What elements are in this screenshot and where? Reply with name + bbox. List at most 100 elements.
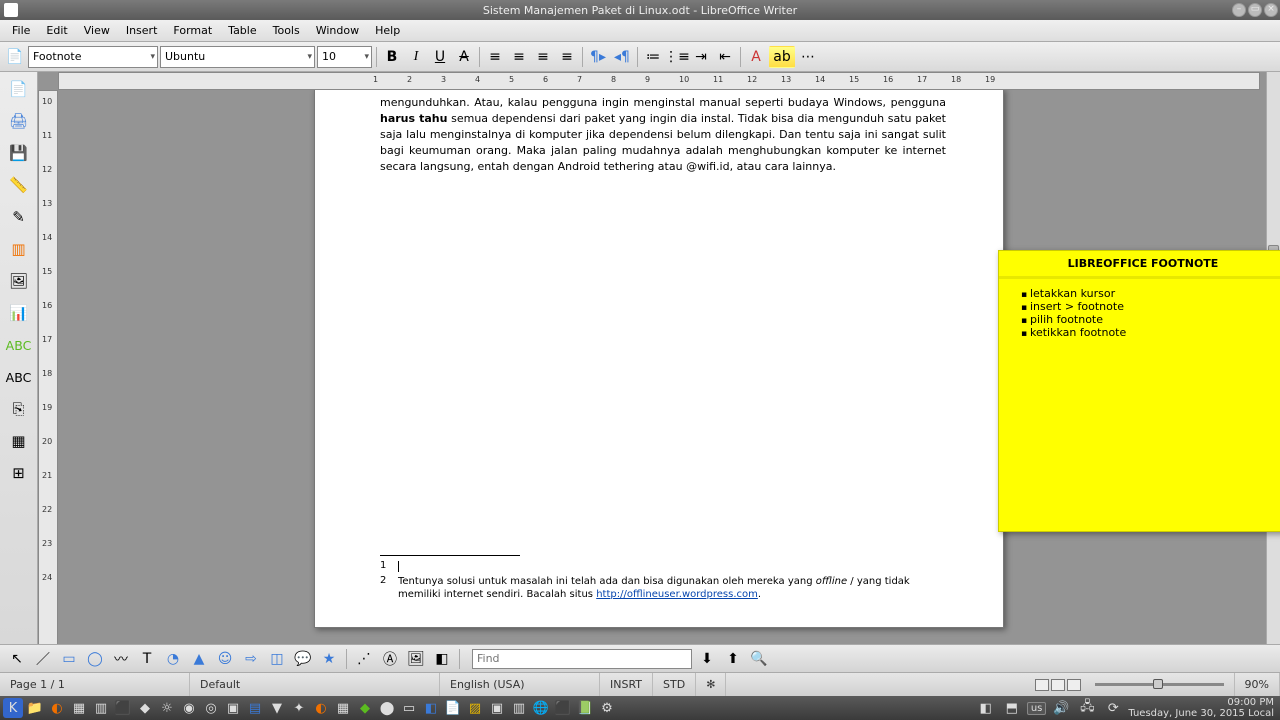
line-icon[interactable]: ／ (32, 648, 54, 670)
status-language[interactable]: English (USA) (440, 673, 600, 696)
symbol-shapes-icon[interactable]: ☺ (214, 648, 236, 670)
system-clock[interactable]: 09:00 PM Tuesday, June 30, 2015 Local (1128, 697, 1278, 719)
horizontal-ruler[interactable]: 12345678910111213141516171819 (58, 72, 1260, 90)
task-app-icon[interactable]: ▦ (333, 698, 353, 718)
vertical-ruler[interactable]: 101112131415161718192021222324 (38, 90, 58, 648)
more-options-button[interactable]: ⋯ (797, 46, 819, 68)
task-app-icon[interactable]: ☼ (157, 698, 177, 718)
menu-view[interactable]: View (76, 22, 118, 39)
task-firefox-icon[interactable]: ◐ (47, 698, 67, 718)
underline-button[interactable]: U (429, 46, 451, 68)
menu-table[interactable]: Table (220, 22, 264, 39)
highlight-color-button[interactable]: ab (769, 46, 795, 68)
status-selection[interactable]: STD (653, 673, 696, 696)
body-text[interactable]: mengunduhkan. Atau, kalau pengguna ingin… (380, 95, 946, 175)
menu-window[interactable]: Window (308, 22, 367, 39)
ellipse-icon[interactable]: ◯ (84, 648, 106, 670)
network-icon[interactable]: 🖧 (1077, 698, 1097, 718)
select-arrow-icon[interactable]: ↖ (6, 648, 28, 670)
status-insert[interactable]: INSRT (600, 673, 653, 696)
rtl-button[interactable]: ◂¶ (611, 46, 633, 68)
new-doc-icon[interactable]: 📄 (6, 76, 32, 102)
task-app-icon[interactable]: ▭ (399, 698, 419, 718)
footnote-text-2[interactable]: Tentunya solusi untuk masalah ini telah … (398, 575, 946, 601)
points-icon[interactable]: ⋰ (353, 648, 375, 670)
footnote-area[interactable]: 1 2 Tentunya solusi untuk masalah ini te… (380, 555, 946, 603)
sticky-note[interactable]: LIBREOFFICE FOOTNOTE letakkan kursor ins… (998, 250, 1280, 532)
task-app-icon[interactable]: ▤ (245, 698, 265, 718)
basic-shapes-icon[interactable]: ▲ (188, 648, 210, 670)
find-all-icon[interactable]: 🔍 (748, 648, 770, 670)
tray-icon[interactable]: ⬒ (1002, 698, 1022, 718)
chart-icon[interactable]: 📊 (6, 300, 32, 326)
tray-icon[interactable]: ◧ (976, 698, 996, 718)
strikethrough-button[interactable]: A (453, 46, 475, 68)
footnote-text-1[interactable] (398, 560, 946, 573)
status-modified-icon[interactable]: ✻ (696, 673, 726, 696)
task-app-icon[interactable]: 📄 (443, 698, 463, 718)
task-terminal-icon[interactable]: ▣ (223, 698, 243, 718)
task-desktop-icon[interactable]: ▦ (69, 698, 89, 718)
task-sticky-icon[interactable]: ▨ (465, 698, 485, 718)
freeform-icon[interactable]: 〰 (110, 648, 132, 670)
menu-format[interactable]: Format (165, 22, 220, 39)
print-icon[interactable]: 🖨 (6, 108, 32, 134)
task-app-icon[interactable]: ▼ (267, 698, 287, 718)
menu-insert[interactable]: Insert (118, 22, 166, 39)
stars-icon[interactable]: ★ (318, 648, 340, 670)
numbered-list-button[interactable]: ≔ (642, 46, 664, 68)
bold-button[interactable]: B (381, 46, 403, 68)
menu-help[interactable]: Help (367, 22, 408, 39)
menu-tools[interactable]: Tools (265, 22, 308, 39)
tray-icon[interactable]: ⟳ (1103, 698, 1123, 718)
rect-icon[interactable]: ▭ (58, 648, 80, 670)
ruler-icon[interactable]: 📏 (6, 172, 32, 198)
edit-icon[interactable]: ✎ (6, 204, 32, 230)
task-app-icon[interactable]: ⬛ (553, 698, 573, 718)
task-app-icon[interactable]: ◆ (135, 698, 155, 718)
nav-icon[interactable]: ▥ (6, 236, 32, 262)
paragraph-style-dropdown[interactable]: Footnote (28, 46, 158, 68)
menu-file[interactable]: File (4, 22, 38, 39)
task-app-icon[interactable]: ✦ (289, 698, 309, 718)
save-icon[interactable]: 💾 (6, 140, 32, 166)
task-app-icon[interactable]: 🌐 (531, 698, 551, 718)
task-app-icon[interactable]: ⚙ (597, 698, 617, 718)
increase-indent-button[interactable]: ⇥ (690, 46, 712, 68)
grid-icon[interactable]: ▦ (6, 428, 32, 454)
zoom-slider[interactable] (1085, 673, 1235, 696)
task-app-icon[interactable]: ◐ (311, 698, 331, 718)
status-page[interactable]: Page 1 / 1 (0, 673, 190, 696)
align-right-button[interactable]: ≡ (532, 46, 554, 68)
task-app-icon[interactable]: ⬤ (377, 698, 397, 718)
fontwork-icon[interactable]: Ⓐ (379, 648, 401, 670)
font-name-dropdown[interactable]: Ubuntu (160, 46, 315, 68)
bullet-list-button[interactable]: ⋮≡ (666, 46, 688, 68)
align-left-button[interactable]: ≡ (484, 46, 506, 68)
find-input[interactable] (472, 649, 692, 669)
view-layout-icons[interactable] (1031, 679, 1085, 691)
task-pager-icon[interactable]: ▥ (91, 698, 111, 718)
callout-icon[interactable]: ◔ (162, 648, 184, 670)
window-close-button[interactable]: × (1264, 3, 1278, 17)
autospell-icon[interactable]: ABC (6, 364, 32, 390)
task-app-icon[interactable]: ◆ (355, 698, 375, 718)
zoom-value[interactable]: 90% (1235, 673, 1280, 696)
window-minimize-button[interactable]: – (1232, 3, 1246, 17)
arrow-shapes-icon[interactable]: ⇨ (240, 648, 262, 670)
flowchart-icon[interactable]: ◫ (266, 648, 288, 670)
menu-edit[interactable]: Edit (38, 22, 75, 39)
font-color-button[interactable]: A (745, 46, 767, 68)
task-app-icon[interactable]: ▣ (487, 698, 507, 718)
task-filemanager-icon[interactable]: 📁 (25, 698, 45, 718)
footnote-link[interactable]: http://offlineuser.wordpress.com (596, 589, 758, 600)
task-app-icon[interactable]: 📗 (575, 698, 595, 718)
task-app-icon[interactable]: ◧ (421, 698, 441, 718)
spellcheck-icon[interactable]: ABC (6, 332, 32, 358)
task-app-icon[interactable]: ▥ (509, 698, 529, 718)
extrusion-icon[interactable]: ◧ (431, 648, 453, 670)
task-app-icon[interactable]: ⬛ (113, 698, 133, 718)
callouts-icon[interactable]: 💬 (292, 648, 314, 670)
volume-icon[interactable]: 🔊 (1051, 698, 1071, 718)
document-page[interactable]: mengunduhkan. Atau, kalau pengguna ingin… (314, 90, 1004, 628)
